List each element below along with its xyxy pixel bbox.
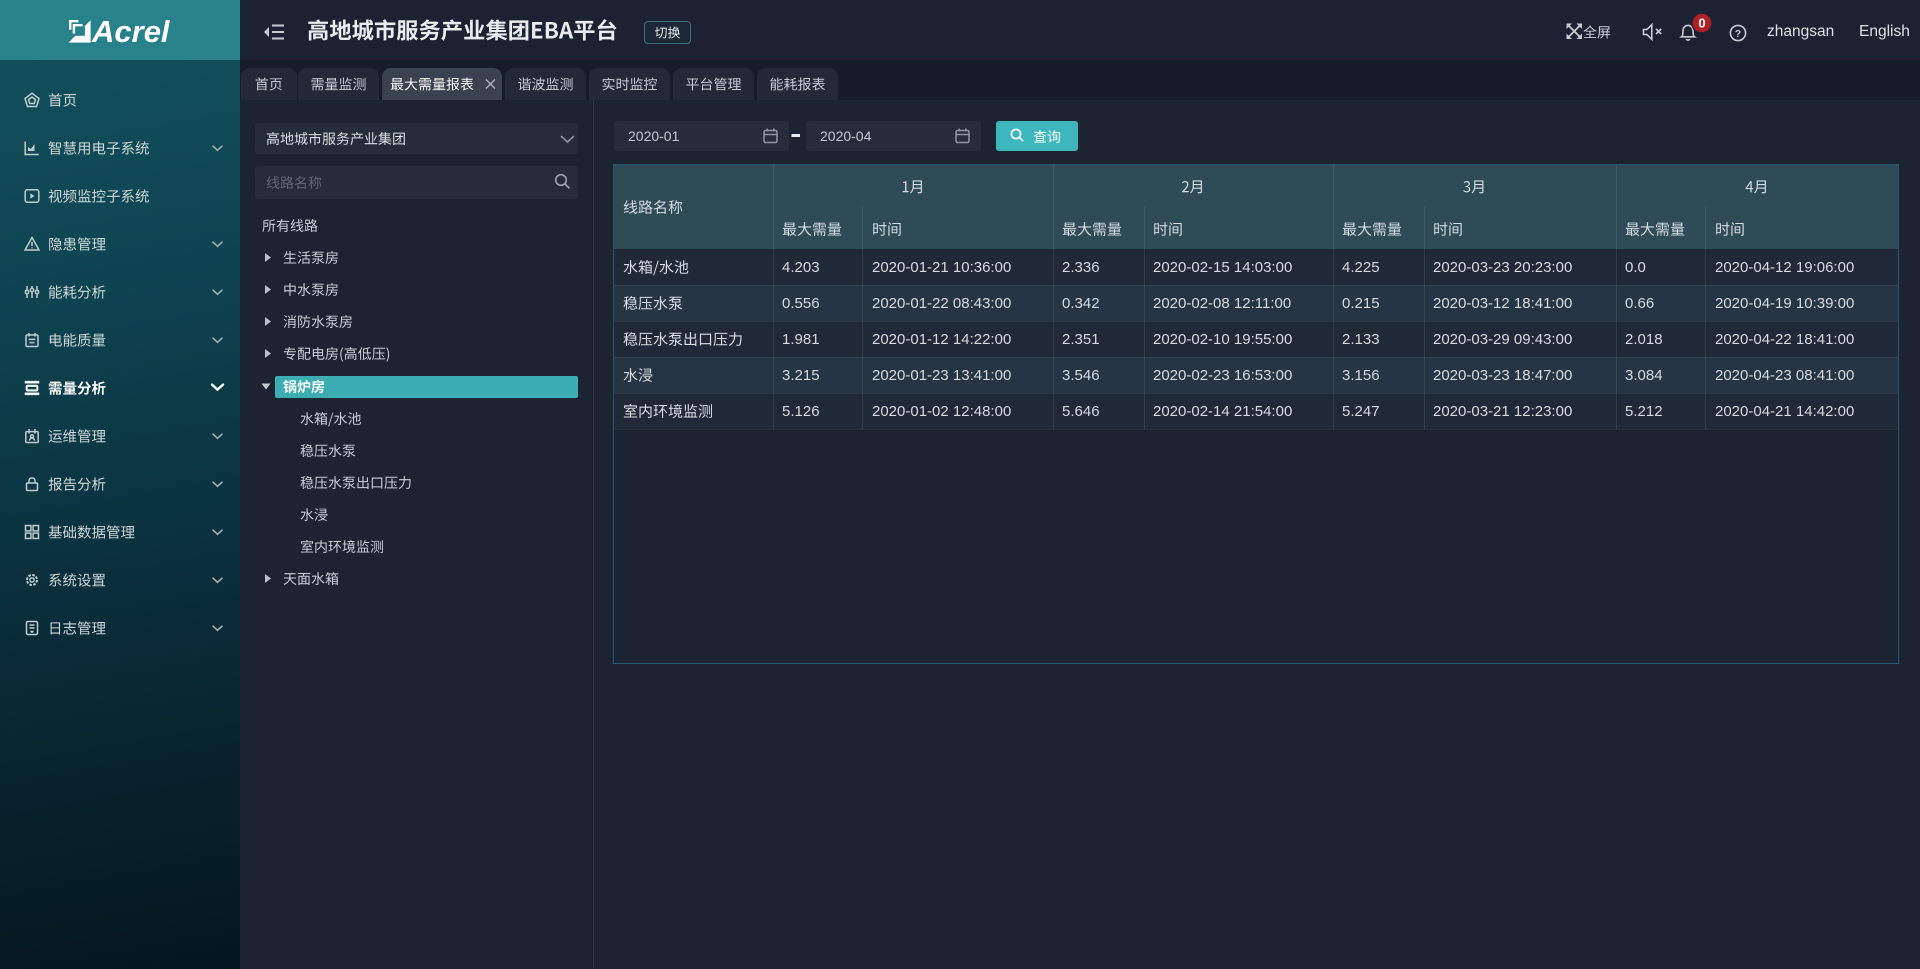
svg-text:0: 0 [1698, 16, 1705, 31]
svg-text:?: ? [1735, 28, 1741, 40]
